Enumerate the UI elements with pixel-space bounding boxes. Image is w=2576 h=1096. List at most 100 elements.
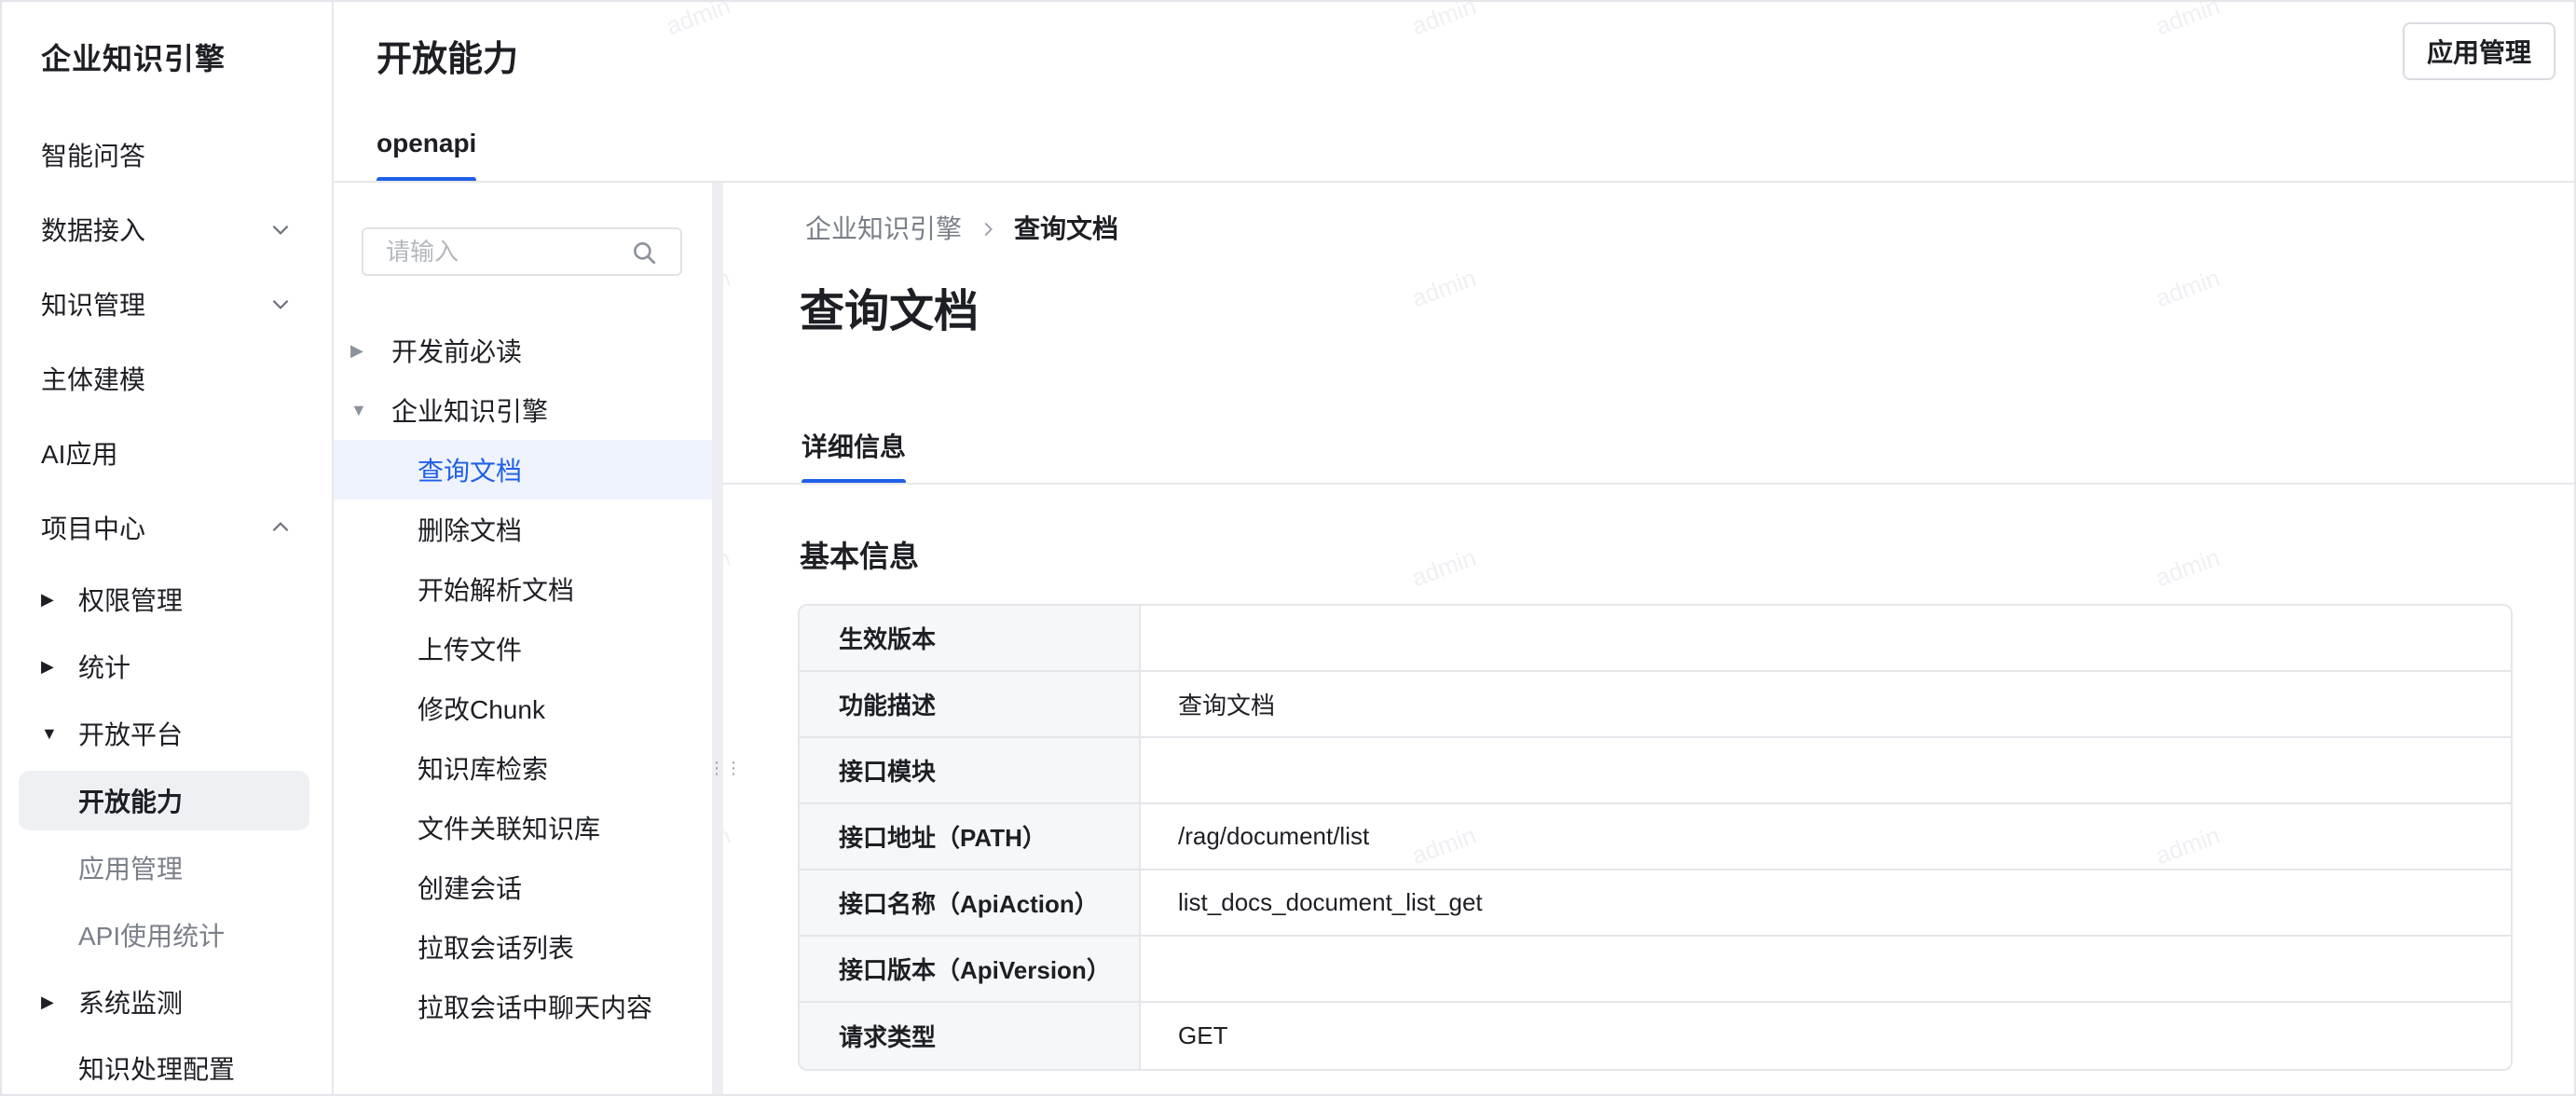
breadcrumb-current: 查询文档 — [1014, 214, 1119, 243]
tree-folder-knowledge-engine[interactable]: ▼ 企业知识引擎 — [350, 380, 705, 440]
row-value — [1141, 937, 2511, 1001]
row-key: 功能描述 — [800, 672, 1141, 736]
row-key: 请求类型 — [800, 1003, 1141, 1069]
chevron-down-icon — [268, 292, 293, 316]
section-title: 基本信息 — [800, 540, 920, 573]
nav-group-label: 系统监测 — [78, 989, 184, 1018]
tree-item-list-sessions[interactable]: 拉取会话列表 — [334, 917, 712, 977]
nav-group-system-monitor[interactable]: ▶ 系统监测 — [41, 974, 302, 1030]
watermark: admin — [2151, 0, 2224, 41]
nav-item-entity-modeling[interactable]: 主体建模 — [41, 350, 293, 406]
panel-splitter[interactable] — [712, 183, 723, 1094]
search-icon[interactable] — [630, 239, 660, 268]
table-row: 请求类型 GET — [800, 1003, 2511, 1069]
table-row: 接口名称（ApiAction） list_docs_document_list_… — [800, 870, 2511, 937]
tree-item-label: 删除文档 — [418, 516, 523, 545]
nav-item-data-access[interactable]: 数据接入 — [41, 201, 293, 257]
row-value — [1141, 606, 2511, 670]
nav-group-label: 开放平台 — [78, 720, 184, 749]
chevron-up-icon — [268, 515, 293, 540]
nav-item-project-center[interactable]: 项目中心 — [41, 500, 293, 555]
search-input[interactable] — [386, 235, 619, 268]
tree-item-label: 拉取会话列表 — [418, 934, 575, 963]
tree-item-upload-file[interactable]: 上传文件 — [334, 619, 712, 678]
table-row: 接口版本（ApiVersion） — [800, 937, 2511, 1003]
nav-group-statistics[interactable]: ▶ 统计 — [41, 638, 302, 694]
tree-item-label: 知识库检索 — [418, 755, 549, 784]
row-key: 生效版本 — [800, 606, 1141, 670]
watermark: admin — [1407, 542, 1480, 593]
nav-item-label: 数据接入 — [41, 216, 146, 245]
caret-right-icon: ▶ — [350, 340, 363, 360]
chevron-down-icon — [268, 217, 293, 241]
tree-folder-label: 企业知识引擎 — [391, 397, 549, 426]
row-value — [1141, 738, 2511, 802]
nav-item-label: API使用统计 — [78, 922, 226, 951]
caret-down-icon: ▼ — [41, 723, 58, 743]
tab-label: 详细信息 — [802, 432, 907, 461]
table-row: 生效版本 — [800, 606, 2511, 672]
nav-item-label: AI应用 — [41, 440, 118, 469]
nav-group-label: 统计 — [78, 653, 131, 682]
nav-item-label: 开放能力 — [78, 788, 184, 816]
drag-handle-icon[interactable]: ⋮⋮ — [708, 759, 742, 781]
tree-item-label: 拉取会话中聊天内容 — [418, 993, 653, 1022]
divider — [723, 483, 2574, 485]
watermark: admin — [1407, 263, 1480, 313]
tab-label: openapi — [377, 129, 477, 158]
row-value: /rag/document/list — [1178, 822, 1370, 850]
page-title: 开放能力 — [377, 40, 519, 79]
row-value: GET — [1178, 1021, 1228, 1049]
tab-openapi[interactable]: openapi — [377, 129, 477, 183]
tree-item-label: 文件关联知识库 — [418, 815, 601, 843]
watermark: admin — [1407, 0, 1480, 41]
watermark: admin — [662, 0, 734, 41]
tree-folder-dev-guide[interactable]: ▶ 开发前必读 — [350, 321, 705, 380]
tree-item-parse-docs[interactable]: 开始解析文档 — [334, 559, 712, 619]
row-value: list_docs_document_list_get — [1178, 888, 1483, 916]
nav-item-api-usage-stats[interactable]: API使用统计 — [19, 905, 309, 965]
tree-search — [362, 227, 682, 276]
caret-right-icon: ▶ — [41, 992, 54, 1011]
breadcrumb: 企业知识引擎 查询文档 — [805, 209, 1118, 246]
row-key: 接口地址（PATH） — [800, 804, 1141, 869]
app-management-button[interactable]: 应用管理 — [2403, 22, 2555, 80]
nav-item-smart-qa[interactable]: 智能问答 — [41, 127, 293, 183]
tree-item-modify-chunk[interactable]: 修改Chunk — [334, 678, 712, 738]
detail-title: 查询文档 — [800, 287, 980, 336]
tree-item-link-file-kb[interactable]: 文件关联知识库 — [334, 798, 712, 857]
nav-item-label: 知识管理 — [41, 291, 146, 320]
tab-details[interactable]: 详细信息 — [802, 427, 907, 485]
row-key: 接口版本（ApiVersion） — [800, 937, 1141, 1001]
tree-item-label: 上传文件 — [418, 636, 523, 664]
tree-item-delete-docs[interactable]: 删除文档 — [334, 500, 712, 559]
tree-item-query-docs[interactable]: 查询文档 — [334, 440, 712, 500]
nav-group-label: 权限管理 — [78, 586, 184, 615]
nav-group-open-platform[interactable]: ▼ 开放平台 — [41, 706, 302, 761]
row-key: 接口名称（ApiAction） — [800, 870, 1141, 935]
nav-item-label: 智能问答 — [41, 142, 146, 171]
table-row: 接口地址（PATH） /rag/document/list — [800, 804, 2511, 870]
tree-item-session-messages[interactable]: 拉取会话中聊天内容 — [334, 977, 712, 1036]
nav-group-permissions[interactable]: ▶ 权限管理 — [41, 571, 302, 627]
chevron-right-icon — [962, 212, 1014, 242]
nav-item-open-capability[interactable]: 开放能力 — [19, 771, 309, 830]
nav-item-app-management[interactable]: 应用管理 — [19, 838, 309, 897]
nav-item-knowledge-mgmt[interactable]: 知识管理 — [41, 276, 293, 332]
table-row: 功能描述 查询文档 — [800, 672, 2511, 738]
tree-item-label: 查询文档 — [418, 457, 523, 486]
caret-right-icon: ▶ — [41, 656, 54, 676]
info-table: 生效版本 功能描述 查询文档 接口模块 接口地址（PATH） /rag/docu… — [798, 604, 2513, 1071]
tree-item-label: 创建会话 — [418, 874, 523, 903]
tree-item-create-session[interactable]: 创建会话 — [334, 857, 712, 917]
nav-item-knowledge-config[interactable]: 知识处理配置 — [19, 1038, 309, 1094]
table-row: 接口模块 — [800, 738, 2511, 804]
sidebar: 企业知识引擎 智能问答 数据接入 知识管理 主体建模 AI应用 项目中心 ▶ 权… — [2, 2, 334, 1094]
breadcrumb-root[interactable]: 企业知识引擎 — [805, 209, 962, 246]
app-title: 企业知识引擎 — [41, 42, 226, 75]
caret-right-icon: ▶ — [41, 589, 54, 609]
nav-item-label: 应用管理 — [78, 855, 184, 884]
nav-item-label: 知识处理配置 — [78, 1055, 236, 1084]
tree-item-kb-search[interactable]: 知识库检索 — [334, 738, 712, 798]
nav-item-ai-apps[interactable]: AI应用 — [41, 425, 293, 481]
